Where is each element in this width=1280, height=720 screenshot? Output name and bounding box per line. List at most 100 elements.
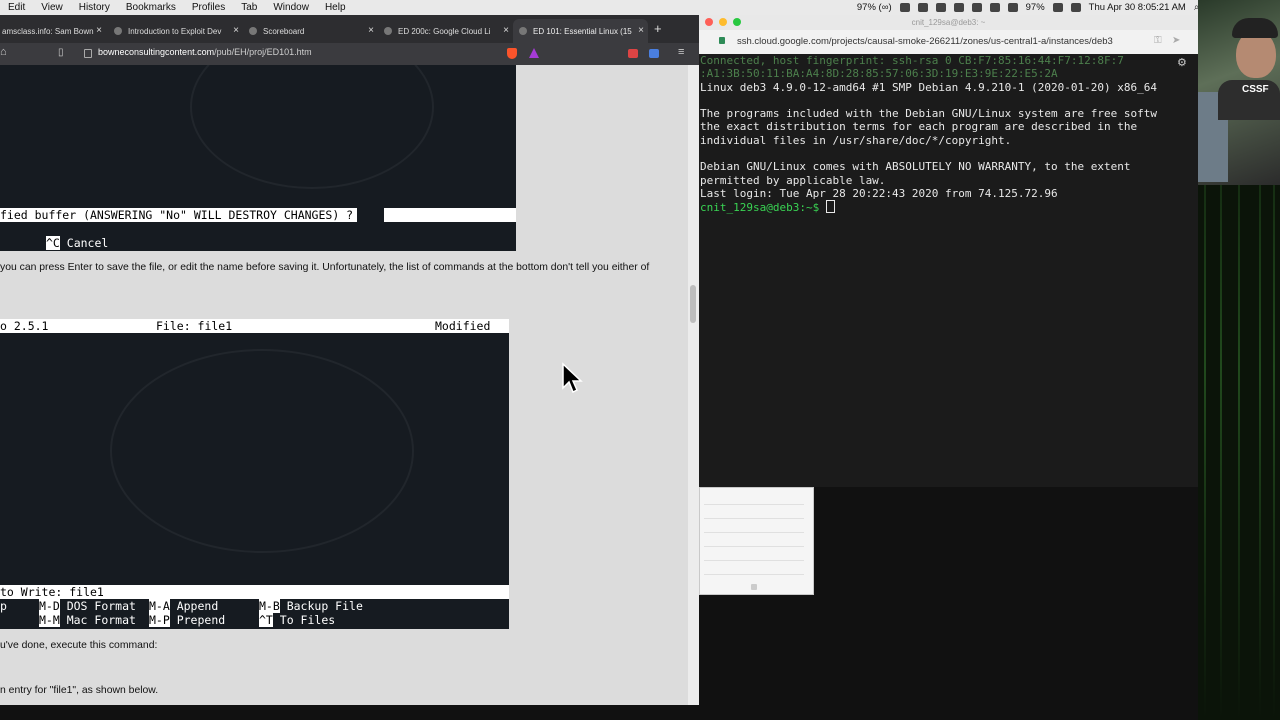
cancel-shortcut: ^C Cancel xyxy=(46,236,108,250)
terminal-prompt-line[interactable]: cnit_129sa@deb3:~$ xyxy=(700,200,1198,214)
brave-rewards-icon[interactable] xyxy=(529,48,539,58)
send-icon[interactable]: ➤ xyxy=(1172,35,1180,46)
tab-intro-exploit-dev[interactable]: Introduction to Exploit Dev × xyxy=(108,19,243,43)
tab-ed200c[interactable]: ED 200c: Google Cloud Li × xyxy=(378,19,513,43)
tab-label: ED 200c: Google Cloud Li xyxy=(398,26,491,36)
url-path: /pub/EH/proj/ED101.htm xyxy=(214,47,312,57)
minimize-window-button[interactable] xyxy=(719,18,727,26)
globe-icon xyxy=(519,27,527,35)
tab-label: Scoreboard xyxy=(263,26,305,36)
close-tab-icon[interactable]: × xyxy=(503,25,509,36)
terminal-url-bar: ssh.cloud.google.com/projects/causal-smo… xyxy=(699,30,1198,55)
shortcut-mac-format: M-M Mac Format xyxy=(39,613,136,627)
page-scrollbar[interactable] xyxy=(688,65,699,705)
battery-icon[interactable] xyxy=(1052,3,1063,12)
terminal-line: Debian GNU/Linux comes with ABSOLUTELY N… xyxy=(700,160,1131,174)
shortcut-fragment: p xyxy=(0,599,7,613)
brave-shields-icon[interactable] xyxy=(507,48,517,59)
tab-label: Introduction to Exploit Dev xyxy=(128,26,222,36)
close-window-button[interactable] xyxy=(705,18,713,26)
battery-time: 97% (∞) xyxy=(856,2,892,13)
extension-icon[interactable] xyxy=(628,49,638,58)
webcam-logo: CSSF xyxy=(1242,84,1269,95)
close-tab-icon[interactable]: × xyxy=(638,25,644,36)
menu-history[interactable]: History xyxy=(71,2,118,13)
terminal-line: Last login: Tue Apr 28 20:22:43 2020 fro… xyxy=(700,186,1058,200)
tab-ed101[interactable]: ED 101: Essential Linux (15 × xyxy=(513,19,648,43)
home-icon[interactable]: ⌂ xyxy=(0,46,7,58)
display-icon[interactable] xyxy=(971,3,982,12)
tab-label: amsclass.info: Sam Bown xyxy=(2,26,94,36)
tab-bar: amsclass.info: Sam Bown × Introduction t… xyxy=(0,15,699,43)
webcam-overlay: CSSF xyxy=(1198,0,1280,185)
save-prompt-line: fied buffer (ANSWERING "No" WILL DESTROY… xyxy=(0,208,516,222)
shortcut-append: M-A Append xyxy=(149,599,219,613)
url-field[interactable]: bowneconsultingcontent.com/pub/EH/proj/E… xyxy=(98,47,312,57)
nano-modified-status: Modified xyxy=(435,319,491,333)
terminal-line: Linux deb3 4.9.0-12-amd64 #1 SMP Debian … xyxy=(700,80,1157,94)
terminal-output[interactable]: Connected, host fingerprint: ssh-rsa 0 C… xyxy=(699,54,1198,487)
globe-icon xyxy=(384,27,392,35)
globe-icon xyxy=(249,27,257,35)
shortcut-to-files: ^T To Files xyxy=(259,613,336,627)
terminal-line: :A1:3B:50:11:BA:A4:8D:28:85:57:06:3D:19:… xyxy=(700,67,1058,81)
wifi-icon[interactable] xyxy=(989,3,1000,12)
prompt-input-area xyxy=(384,208,516,222)
bluetooth-icon[interactable] xyxy=(953,3,964,12)
close-tab-icon[interactable]: × xyxy=(233,25,239,36)
flag-icon[interactable] xyxy=(1070,3,1081,12)
browser-menu-icon[interactable]: ≡ xyxy=(678,46,684,58)
menu-tab[interactable]: Tab xyxy=(233,2,265,13)
nano-filename: File: file1 xyxy=(156,319,233,333)
instruction-paragraph: n entry for "file1", as shown below. xyxy=(0,685,159,696)
cloud-icon[interactable] xyxy=(917,3,928,12)
nano-header: o 2.5.1 File: file1 Modified xyxy=(0,319,509,333)
desktop-background xyxy=(814,487,1198,595)
lock-icon xyxy=(751,584,757,590)
battery-percent[interactable]: 97% xyxy=(1026,2,1045,13)
desktop-strip xyxy=(0,705,699,720)
status-area: 97% (∞) 97% Thu Apr 30 8:05:21 AM ⌕ ◉ ☰ xyxy=(857,0,1232,15)
nano-write-screenshot: o 2.5.1 File: file1 Modified to Write: f… xyxy=(0,319,509,629)
close-tab-icon[interactable]: × xyxy=(368,25,374,36)
save-prompt-text: fied buffer (ANSWERING "No" WILL DESTROY… xyxy=(0,208,358,222)
page-favicon-icon xyxy=(114,27,122,35)
nano-save-screenshot: fied buffer (ANSWERING "No" WILL DESTROY… xyxy=(0,65,516,251)
menu-bookmarks[interactable]: Bookmarks xyxy=(118,2,184,13)
new-tab-button[interactable]: + xyxy=(654,21,662,36)
tab-scoreboard[interactable]: Scoreboard × xyxy=(243,19,378,43)
bookmark-icon[interactable]: ▯ xyxy=(58,47,64,58)
url-domain: bowneconsultingcontent.com xyxy=(98,47,215,57)
shield-status-icon[interactable] xyxy=(935,3,946,12)
scrollbar-thumb[interactable] xyxy=(690,285,696,323)
background-window[interactable] xyxy=(699,487,814,595)
page-content: fied buffer (ANSWERING "No" WILL DESTROY… xyxy=(0,65,688,705)
menu-profiles[interactable]: Profiles xyxy=(184,2,233,13)
menu-edit[interactable]: Edit xyxy=(0,2,33,13)
translate-extension-icon[interactable] xyxy=(649,49,659,58)
lock-icon xyxy=(84,49,92,58)
cancel-key: ^C xyxy=(46,236,60,250)
terminal-line: Connected, host fingerprint: ssh-rsa 0 C… xyxy=(700,54,1124,67)
kali-dragon-watermark xyxy=(190,65,434,189)
terminal-line: individual files in /usr/share/doc/*/cop… xyxy=(700,133,1012,147)
key-icon[interactable]: ⚿ xyxy=(1154,35,1162,46)
menu-view[interactable]: View xyxy=(33,2,71,13)
terminal-url[interactable]: ssh.cloud.google.com/projects/causal-smo… xyxy=(737,36,1113,47)
menu-help[interactable]: Help xyxy=(317,2,354,13)
nano-version: o 2.5.1 xyxy=(0,319,49,333)
clock[interactable]: Thu Apr 30 8:05:21 AM xyxy=(1089,2,1186,13)
maximize-window-button[interactable] xyxy=(733,18,741,26)
close-tab-icon[interactable]: × xyxy=(96,25,102,36)
volume-icon[interactable] xyxy=(1007,3,1018,12)
settings-gear-icon[interactable]: ⚙ xyxy=(1177,56,1187,69)
terminal-title-bar: cnit_129sa@deb3: ~ xyxy=(699,15,1198,30)
kali-dragon-watermark xyxy=(110,349,414,553)
app-status-icon[interactable] xyxy=(899,3,910,12)
shortcut-backup-file: M-B Backup File xyxy=(259,599,363,613)
terminal-line: The programs included with the Debian GN… xyxy=(700,107,1157,121)
menu-window[interactable]: Window xyxy=(265,2,317,13)
tab-amsclass[interactable]: amsclass.info: Sam Bown × xyxy=(0,19,106,43)
